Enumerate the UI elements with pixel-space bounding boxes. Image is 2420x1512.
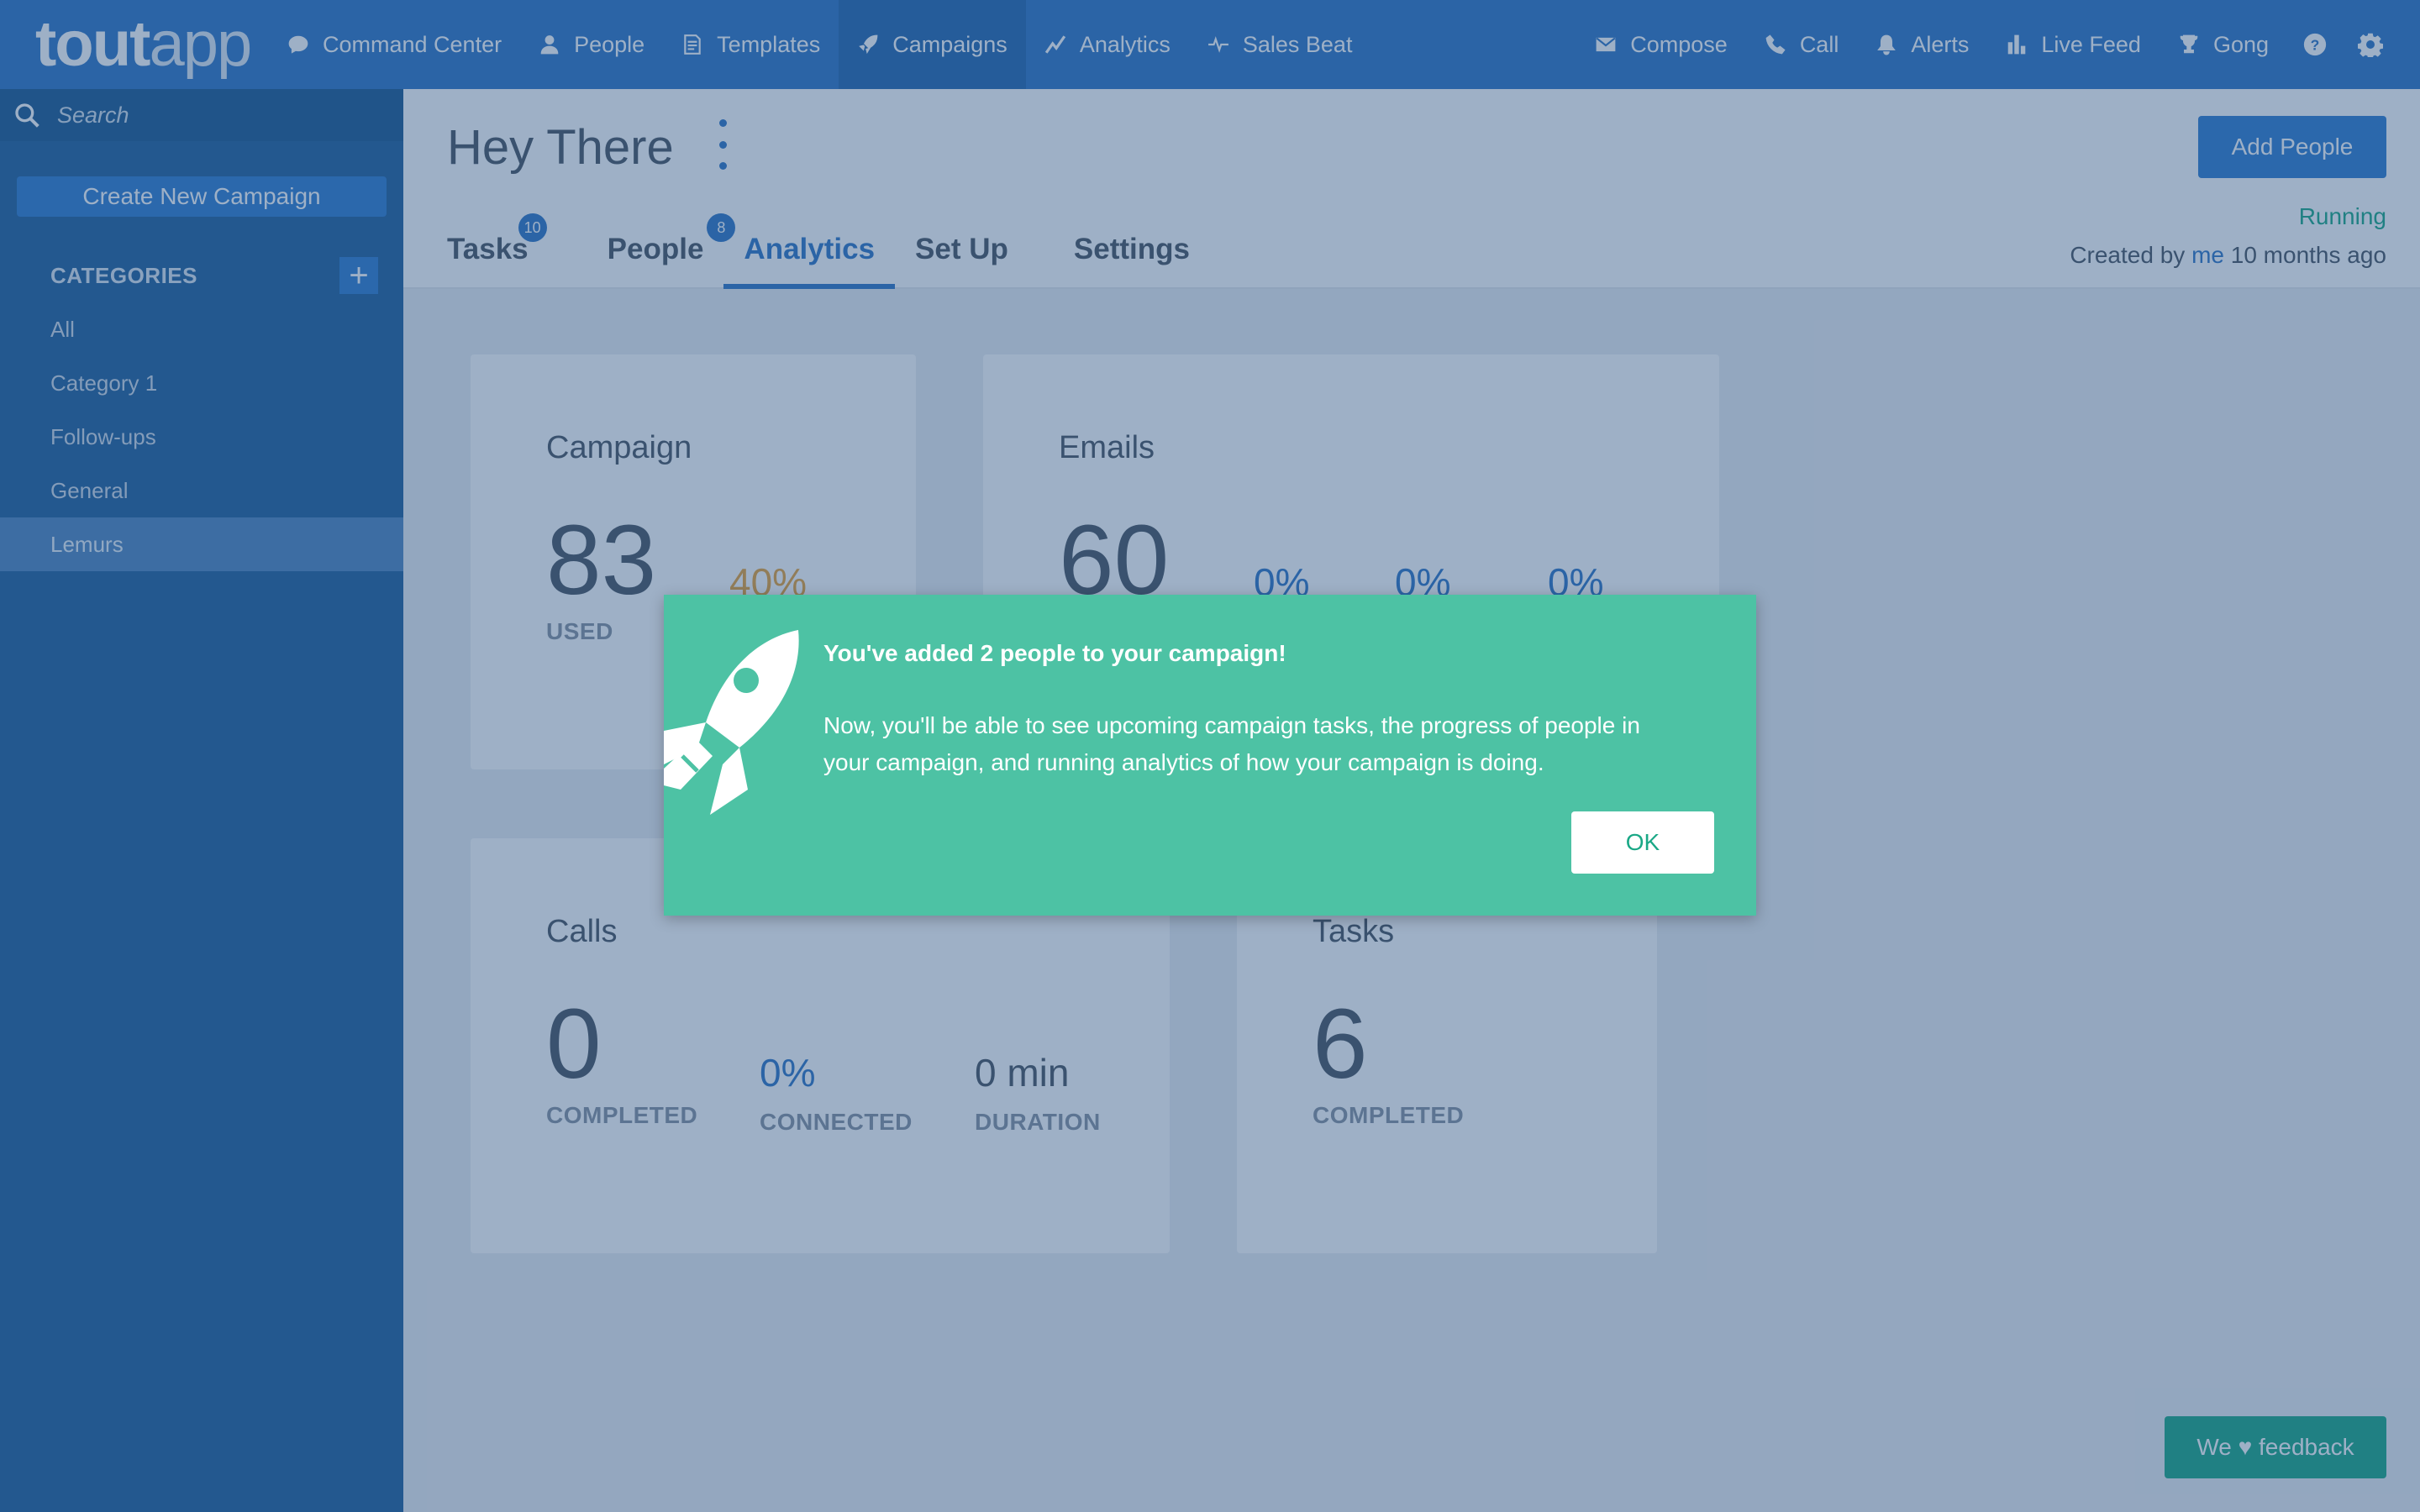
modal-title: You've added 2 people to your campaign!: [823, 640, 1286, 666]
modal-body: Now, you'll be able to see upcoming camp…: [823, 712, 1640, 775]
ok-button[interactable]: OK: [1571, 811, 1714, 874]
campaign-added-modal: You've added 2 people to your campaign! …: [664, 595, 1756, 916]
rocket-icon: [664, 630, 799, 815]
